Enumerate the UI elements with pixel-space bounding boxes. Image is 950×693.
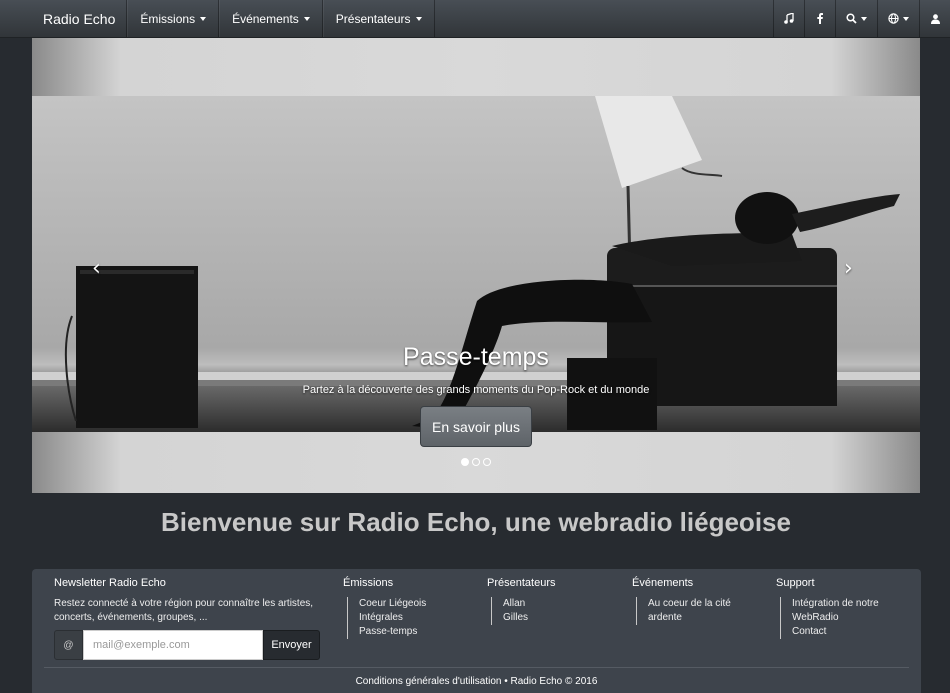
footer-link[interactable]: Allan	[503, 597, 555, 611]
caret-down-icon	[415, 16, 422, 21]
newsletter-desc: Restez connecté à votre région pour conn…	[54, 598, 314, 623]
main-menu: Émissions Événements Présentateurs	[127, 0, 435, 37]
newsletter-section: Newsletter Radio Echo Restez connecté à …	[54, 577, 324, 625]
caret-down-icon	[200, 16, 207, 21]
menu-presentateurs[interactable]: Présentateurs	[322, 0, 435, 37]
indicator-dot[interactable]	[461, 458, 469, 466]
nav-icons	[773, 0, 950, 37]
slide-subtitle: Partez à la découverte des grands moment…	[302, 384, 650, 396]
caret-down-icon	[903, 16, 909, 21]
newsletter-form: @ Envoyer	[54, 630, 320, 660]
footer-link-list: Coeur Liégeois Intégrales Passe-temps	[347, 597, 426, 639]
music-icon[interactable]	[773, 0, 804, 37]
newsletter-title: Newsletter Radio Echo	[54, 577, 166, 589]
footer-col-emissions: Émissions Coeur Liégeois Intégrales Pass…	[343, 577, 426, 639]
footer-link[interactable]: Au coeur de la cité ardente	[648, 597, 746, 625]
menu-emissions[interactable]: Émissions	[127, 0, 220, 37]
footer-legal[interactable]: Conditions générales d'utilisation • Rad…	[32, 676, 921, 687]
at-icon: @	[54, 630, 83, 660]
carousel-prev-icon[interactable]: ‹	[92, 256, 101, 281]
footer-col-title: Support	[776, 577, 815, 589]
search-icon	[846, 13, 857, 24]
language-dropdown[interactable]	[877, 0, 919, 37]
footer-col-evenements: Événements Au coeur de la cité ardente	[632, 577, 746, 625]
carousel-next-icon[interactable]: ›	[844, 256, 853, 281]
email-field[interactable]	[83, 630, 263, 660]
menu-label: Émissions	[140, 11, 196, 26]
footer-col-title: Présentateurs	[487, 577, 556, 589]
brand-link[interactable]: Radio Echo	[0, 0, 128, 37]
menu-evenements[interactable]: Événements	[219, 0, 323, 37]
footer-link[interactable]: Gilles	[503, 611, 555, 625]
navbar: Radio Echo Émissions Événements Présenta…	[0, 0, 950, 38]
footer-divider	[44, 667, 909, 668]
footer-link[interactable]: Passe-temps	[359, 625, 426, 639]
learn-more-button[interactable]: En savoir plus	[420, 406, 532, 447]
footer-link[interactable]: Intégrales	[359, 611, 426, 625]
footer-link[interactable]: Contact	[792, 625, 890, 639]
footer-col-support: Support Intégration de notre WebRadio Co…	[776, 577, 890, 639]
footer-col-title: Événements	[632, 577, 694, 589]
footer-link[interactable]: Intégration de notre WebRadio	[792, 597, 890, 625]
search-dropdown[interactable]	[835, 0, 877, 37]
welcome-heading: Bienvenue sur Radio Echo, une webradio l…	[161, 507, 791, 537]
facebook-icon[interactable]	[804, 0, 835, 37]
footer-link-list: Allan Gilles	[491, 597, 555, 625]
send-button[interactable]: Envoyer	[263, 630, 320, 660]
footer-col-presentateurs: Présentateurs Allan Gilles	[487, 577, 555, 625]
footer-link[interactable]: Coeur Liégeois	[359, 597, 426, 611]
caret-down-icon	[861, 16, 867, 21]
footer-link-list: Intégration de notre WebRadio Contact	[780, 597, 890, 639]
user-icon[interactable]	[919, 0, 950, 37]
indicator-dot[interactable]	[483, 458, 491, 466]
indicator-dot[interactable]	[472, 458, 480, 466]
slide-title: Passe-temps	[403, 343, 549, 371]
menu-label: Présentateurs	[335, 11, 411, 26]
footer: Newsletter Radio Echo Restez connecté à …	[32, 569, 921, 693]
caret-down-icon	[303, 16, 310, 21]
globe-icon	[888, 13, 899, 24]
hero-carousel: ‹ › Passe-temps Partez à la découverte d…	[32, 38, 920, 493]
footer-col-title: Émissions	[343, 577, 394, 589]
carousel-indicators	[32, 458, 920, 466]
footer-link-list: Au coeur de la cité ardente	[636, 597, 746, 625]
menu-label: Événements	[232, 11, 299, 26]
slide-image	[32, 96, 920, 432]
